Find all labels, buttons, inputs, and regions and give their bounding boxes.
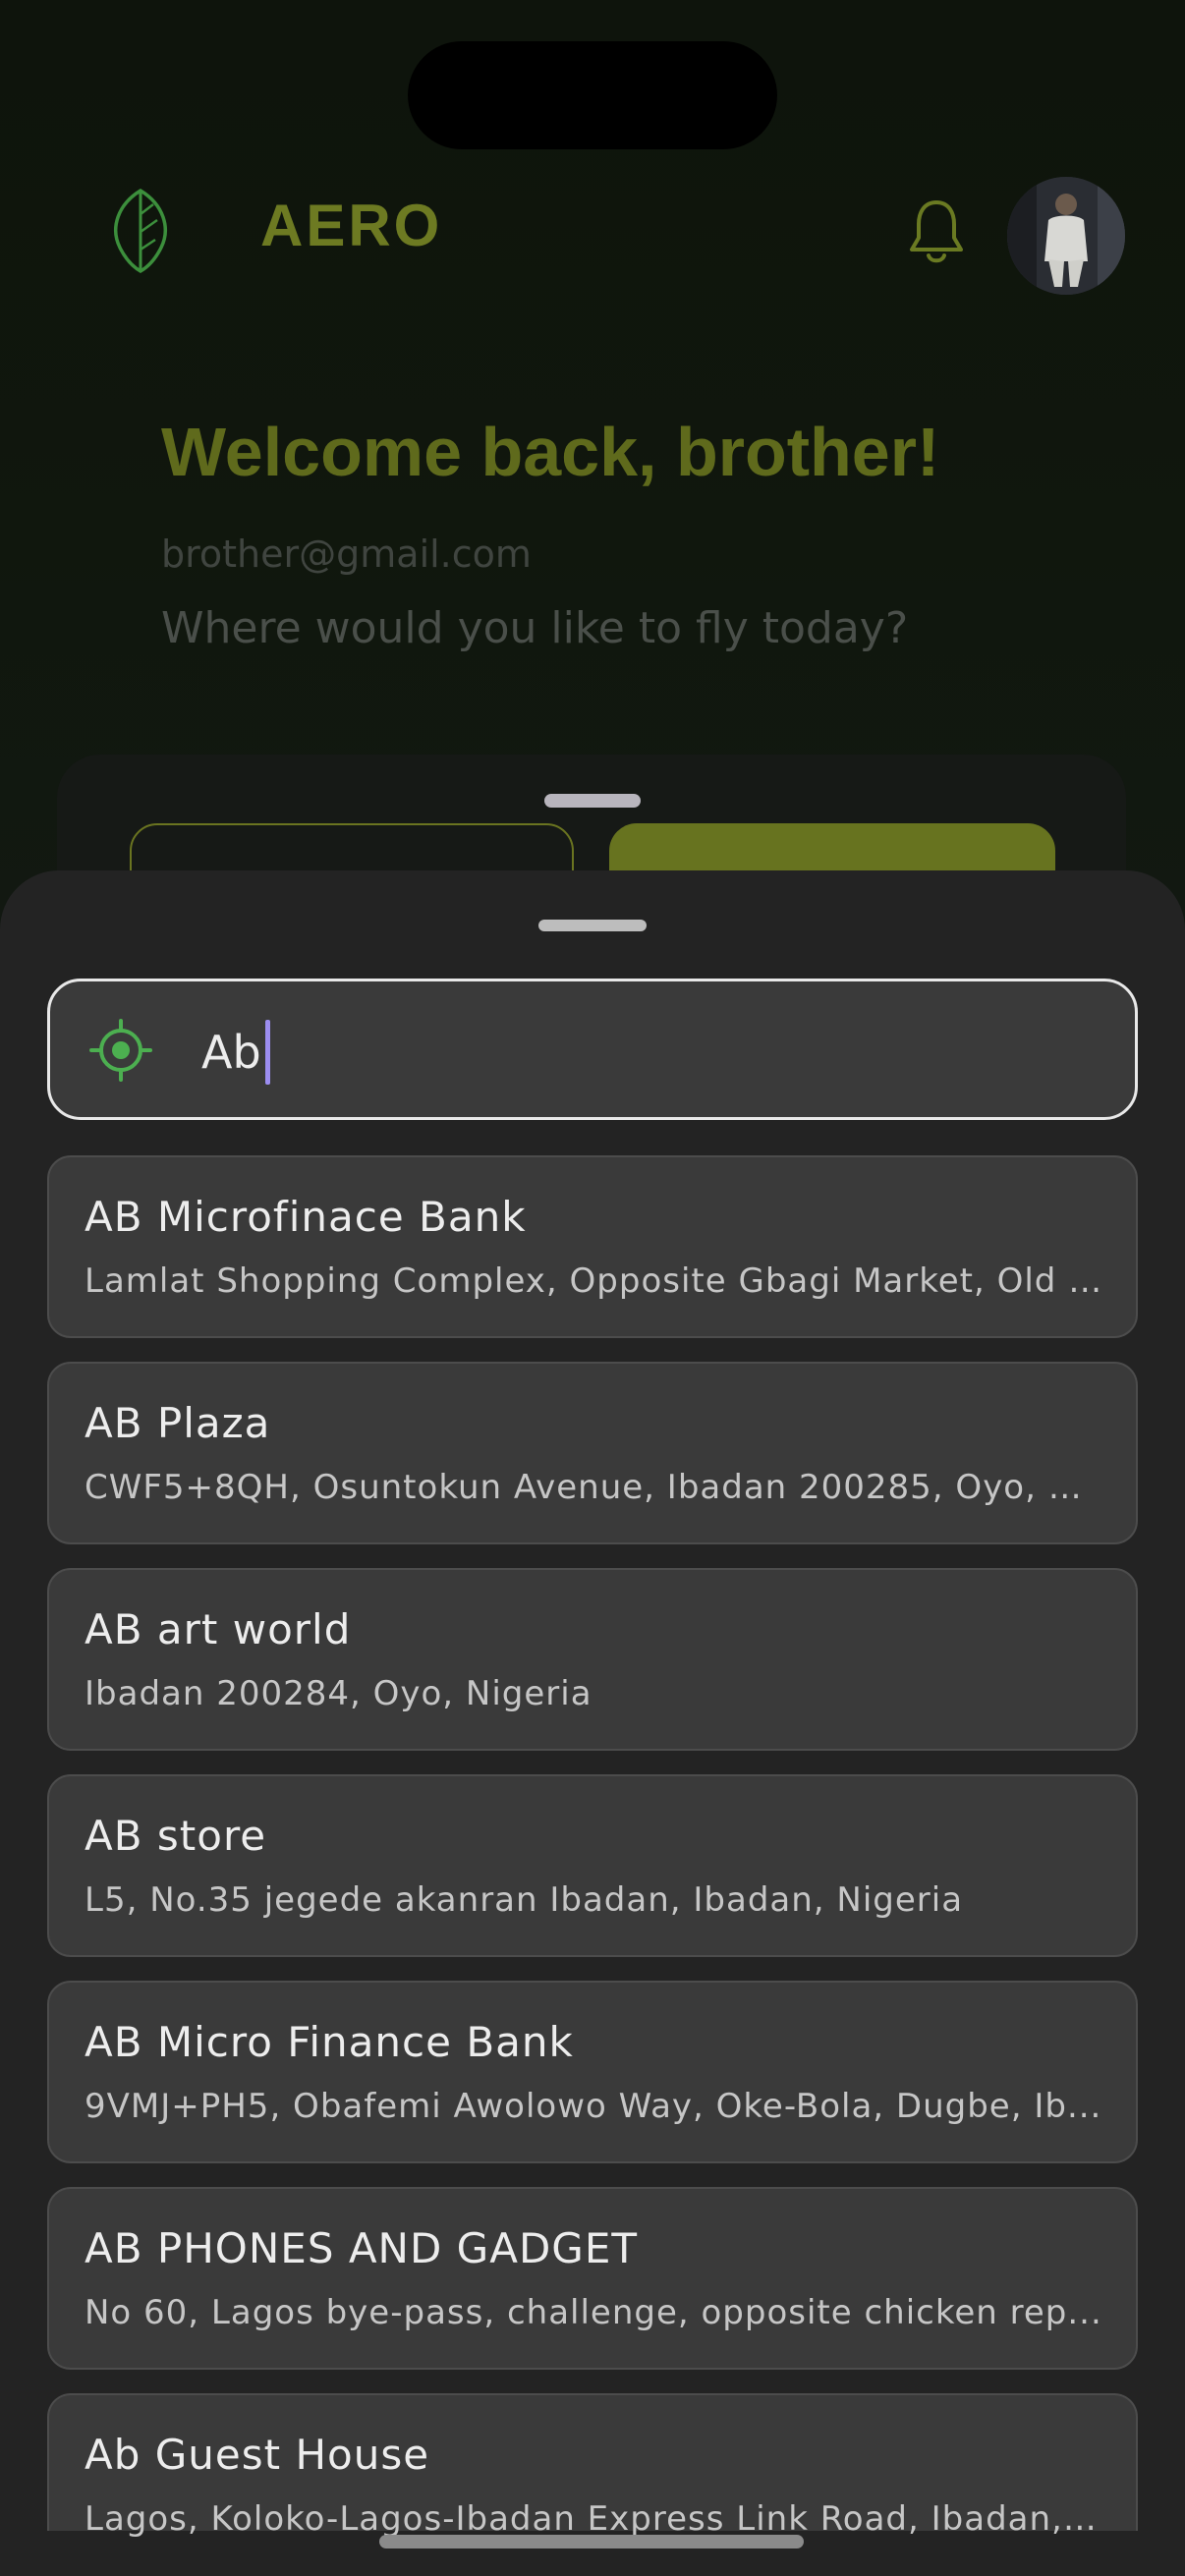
result-title: AB Micro Finance Bank (85, 2018, 574, 2066)
result-address: L5, No.35 jegede akanran Ibadan, Ibadan,… (85, 1880, 964, 1920)
search-input[interactable]: Ab (47, 979, 1138, 1120)
home-indicator[interactable] (379, 2535, 804, 2548)
bell-icon[interactable] (907, 196, 966, 267)
user-email: brother@gmail.com (161, 532, 532, 576)
welcome-heading: Welcome back, brother! (161, 414, 940, 490)
text-caret (264, 1020, 270, 1085)
list-item[interactable]: AB art world Ibadan 200284, Oyo, Nigeria (47, 1568, 1138, 1751)
dynamic-island (408, 41, 777, 149)
app-title: AERO (260, 193, 443, 258)
result-address: Lamlat Shopping Complex, Opposite Gbagi … (85, 1261, 1106, 1301)
result-address: CWF5+8QH, Osuntokun Avenue, Ibadan 20028… (85, 1468, 1106, 1507)
list-item[interactable]: AB Microfinace Bank Lamlat Shopping Comp… (47, 1155, 1138, 1338)
list-item[interactable]: AB Plaza CWF5+8QH, Osuntokun Avenue, Iba… (47, 1362, 1138, 1544)
search-input-value[interactable]: Ab (201, 1020, 270, 1085)
sheet-drag-handle[interactable] (538, 920, 647, 931)
list-item[interactable]: AB store L5, No.35 jegede akanran Ibadan… (47, 1774, 1138, 1957)
result-address: No 60, Lagos bye-pass, challenge, opposi… (85, 2293, 1102, 2332)
list-item[interactable]: AB Micro Finance Bank 9VMJ+PH5, Obafemi … (47, 1981, 1138, 2163)
avatar[interactable] (1007, 177, 1125, 295)
booking-card-handle (544, 794, 641, 808)
result-title: Ab Guest House (85, 2431, 430, 2479)
result-address: 9VMJ+PH5, Obafemi Awolowo Way, Oke-Bola,… (85, 2087, 1102, 2126)
location-target-icon[interactable] (89, 1019, 152, 1082)
result-title: AB PHONES AND GADGET (85, 2224, 639, 2272)
prompt-question: Where would you like to fly today? (161, 603, 909, 653)
leaf-logo-icon[interactable] (106, 185, 175, 273)
avatar-image (1007, 177, 1125, 295)
result-title: AB store (85, 1812, 267, 1860)
search-text: Ab (201, 1026, 261, 1079)
result-address: Ibadan 200284, Oyo, Nigeria (85, 1674, 592, 1713)
result-title: AB art world (85, 1605, 352, 1653)
location-search-sheet: Ab AB Microfinace Bank Lamlat Shopping C… (0, 870, 1185, 2576)
list-item[interactable]: AB PHONES AND GADGET No 60, Lagos bye-pa… (47, 2187, 1138, 2370)
result-title: AB Plaza (85, 1399, 271, 1447)
list-item[interactable]: Ab Guest House Lagos, Koloko-Lagos-Ibada… (47, 2393, 1138, 2539)
result-title: AB Microfinace Bank (85, 1193, 527, 1241)
